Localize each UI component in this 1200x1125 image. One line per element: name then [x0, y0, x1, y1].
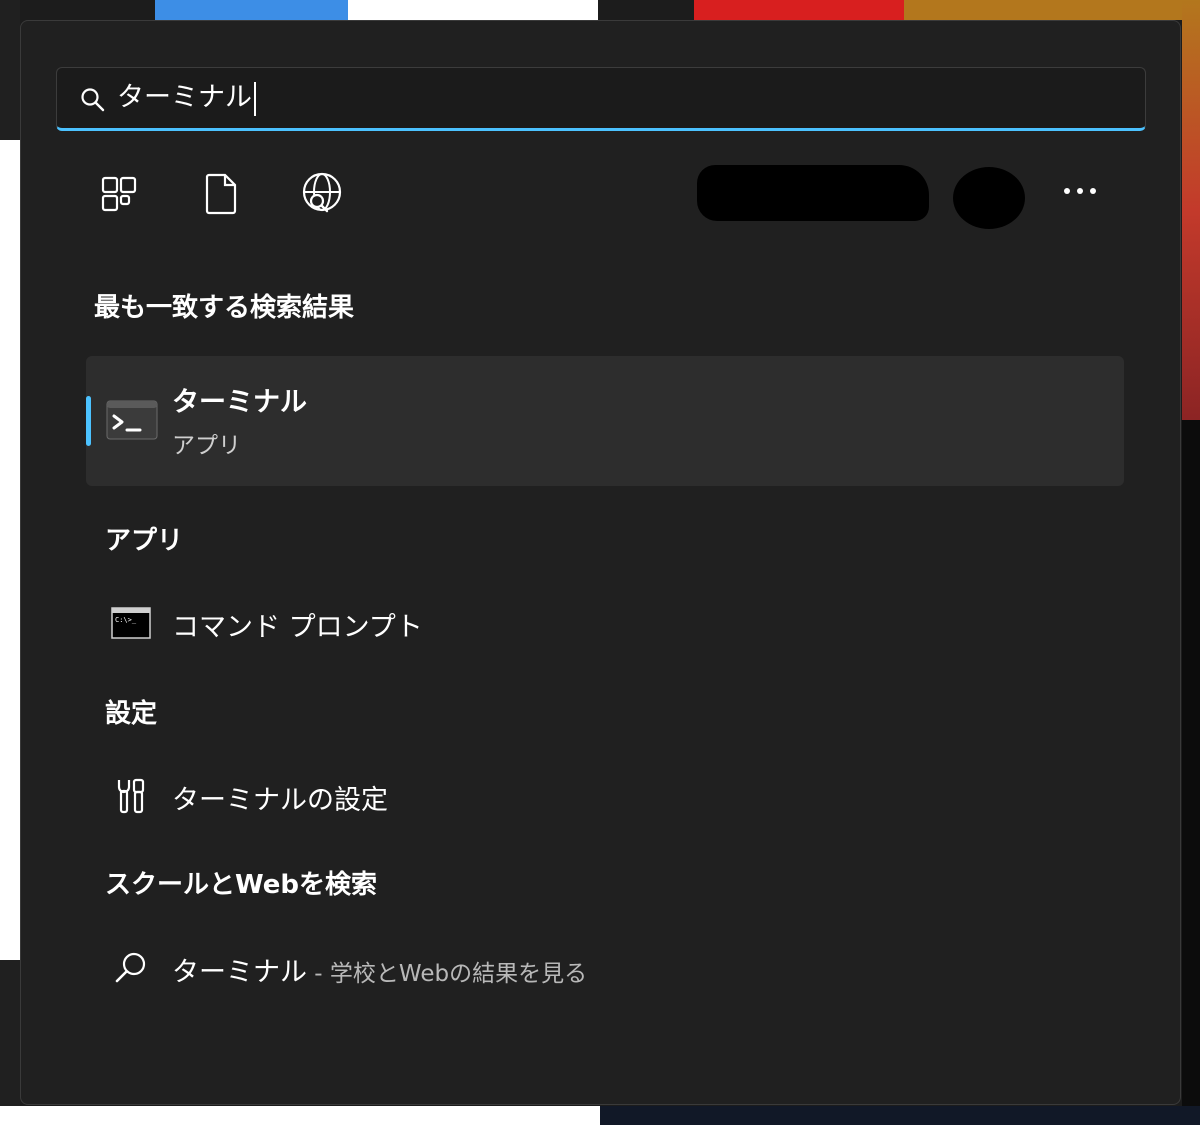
settings-heading: 設定 [105, 699, 158, 729]
settings-tools-icon [110, 778, 152, 814]
best-match-title: ターミナル [172, 387, 307, 418]
desktop-window-fragment [155, 0, 348, 20]
dot [1064, 188, 1070, 194]
desktop-window-fragment [348, 0, 598, 20]
result-web-search[interactable]: ターミナル - 学校とWebの結果を見る [86, 936, 1124, 1000]
search-panel: ターミナル 最も一致する検索結果 ターミナル アプリ アプリ C:\>_ コマン… [20, 20, 1181, 1105]
taskbar-fragment [600, 1106, 1200, 1125]
text-caret [254, 81, 256, 116]
result-label: ターミナル - 学校とWebの結果を見る [172, 950, 587, 989]
search-query-text: ターミナル [117, 80, 256, 116]
desktop-background [0, 960, 20, 1125]
redacted-area [697, 165, 929, 221]
command-prompt-icon: C:\>_ [110, 605, 152, 641]
svg-text:C:\>_: C:\>_ [115, 616, 137, 624]
dot [1077, 188, 1083, 194]
best-match-terminal[interactable]: ターミナル アプリ [86, 356, 1124, 486]
best-match-heading: 最も一致する検索結果 [94, 293, 355, 323]
document-icon[interactable] [198, 171, 244, 217]
desktop-window-fragment [1182, 420, 1200, 1125]
desktop-window-fragment [904, 0, 1200, 20]
redacted-area [953, 167, 1025, 229]
search-icon [79, 86, 107, 114]
desktop-window-fragment [1182, 0, 1200, 420]
result-terminal-settings[interactable]: ターミナルの設定 [86, 764, 1124, 828]
search-icon [110, 950, 152, 986]
desktop-window-fragment [694, 0, 904, 20]
web-query-text: ターミナル [172, 957, 307, 988]
desktop-window-fragment [0, 140, 20, 960]
more-options-icon[interactable] [1057, 171, 1103, 211]
web-search-icon[interactable] [299, 171, 345, 217]
apps-heading: アプリ [105, 526, 184, 556]
terminal-app-icon [106, 400, 158, 440]
dot [1090, 188, 1096, 194]
selection-indicator [86, 396, 91, 446]
apps-grid-icon[interactable] [96, 171, 142, 217]
desktop-background [0, 0, 20, 140]
result-label: ターミナルの設定 [172, 785, 388, 816]
result-label: コマンド プロンプト [172, 612, 423, 643]
web-search-heading: スクールとWebを検索 [105, 870, 377, 900]
taskbar-fragment [0, 1106, 600, 1125]
web-result-description: - 学校とWebの結果を見る [307, 961, 588, 987]
result-command-prompt[interactable]: C:\>_ コマンド プロンプト [86, 591, 1124, 655]
best-match-subtitle: アプリ [172, 433, 241, 459]
search-input[interactable]: ターミナル [56, 67, 1146, 131]
